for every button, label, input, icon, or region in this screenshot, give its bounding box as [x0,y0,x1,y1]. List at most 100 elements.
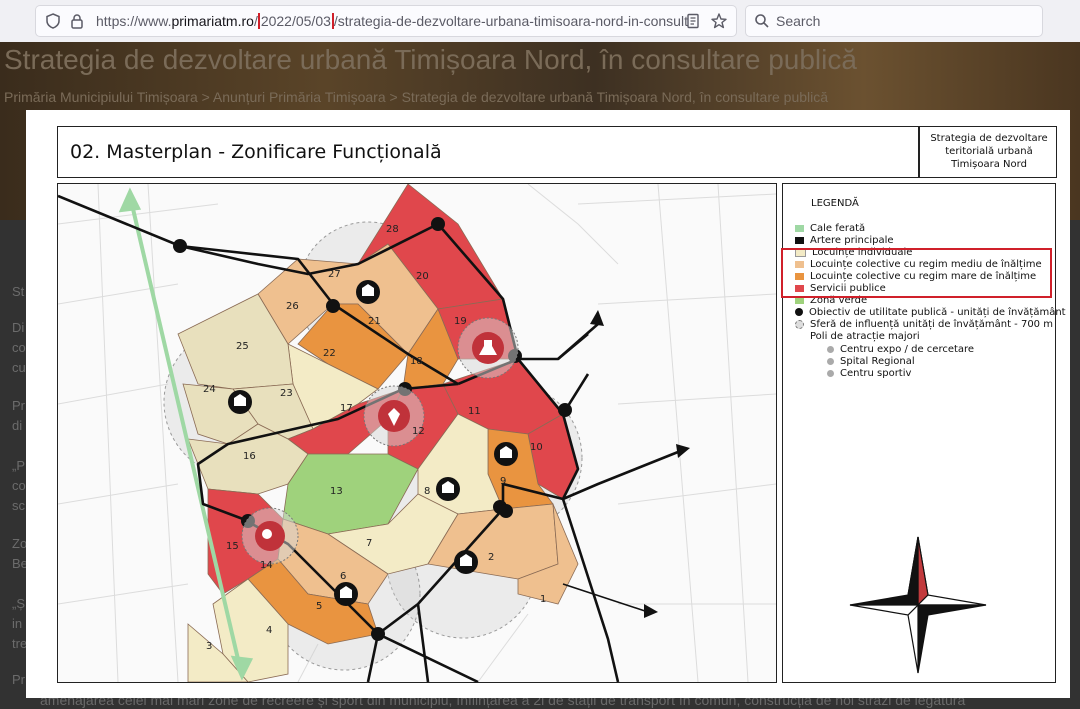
zone-label: 25 [236,341,249,352]
legend-item: Spital Regional [827,356,915,368]
url-text[interactable]: https://www.primariatm.ro/2022/05/03/str… [96,13,696,29]
zone-label: 26 [286,301,299,312]
article-text-fragment: co [12,478,26,493]
legend-highlight-box [781,248,1052,298]
arrow-icon [590,310,604,326]
artery-ne-branches [557,323,599,415]
zone-label: 18 [410,356,423,367]
legend-panel: LEGENDĂ Cale ferată Artere principale Lo… [781,183,1066,683]
lock-icon[interactable] [68,12,86,30]
road-node [499,504,513,518]
article-text-fragment: cu [12,360,26,375]
breadcrumb[interactable]: Primăria Municipiului Timișoara > Anunțu… [4,89,828,105]
zone-label: 6 [340,571,346,582]
article-text-fragment: St [12,284,25,299]
legend-item: Centru expo / de cercetare [827,344,974,356]
zone-label: 9 [500,476,506,487]
search-icon [755,14,769,28]
artery-southeast [561,498,620,682]
legend-swatch [795,224,804,232]
zone-label: 3 [206,641,212,652]
zone-label: 19 [454,316,467,327]
reader-view-icon[interactable] [684,12,702,30]
zone-label: 4 [266,625,272,636]
url-date-highlight: 2022/05/03 [257,13,334,29]
legend-item: Obiectiv de utilitate publică - unități … [795,307,1066,319]
road-node [431,217,445,231]
compass-rose-icon [849,536,987,674]
artery-east-south [562,583,649,613]
road-node [173,239,187,253]
search-box[interactable]: Search [746,6,1042,36]
zone-label: 12 [412,426,425,437]
zone-label: 27 [328,269,341,280]
legend-item: Poli de atracție majori [810,331,920,342]
railway-arrow-top [118,187,142,213]
article-text-fragment: di [12,418,23,433]
zone-label: 5 [316,601,322,612]
article-text-fragment: in [12,616,23,631]
plan-title: 02. Masterplan - Zonificare Funcțională [70,141,442,163]
legend-item: Centru sportiv [827,368,911,380]
research-center-icon [827,345,834,353]
article-text-fragment: Pr [12,398,25,413]
zone-label: 13 [330,486,343,497]
zone-label: 17 [340,403,353,414]
plan-subtitle-line: Strategia de dezvoltare [930,133,1048,144]
bookmark-star-icon[interactable] [710,12,728,30]
article-text-fragment: Di [12,320,25,335]
zone-label: 21 [368,316,381,327]
url-domain: primariatm.ro [171,13,254,29]
zone-label: 24 [203,384,216,395]
zone-label: 22 [323,348,336,359]
road-node [371,627,385,641]
title-divider [918,127,920,177]
zone-label: 8 [424,486,430,497]
address-bar[interactable]: https://www.primariatm.ro/2022/05/03/str… [36,6,736,36]
road-node [326,299,340,313]
article-text-fragment: co [12,340,26,355]
plan-subtitle: Strategia de dezvoltare teritorială urba… [922,132,1056,171]
zone-label: 14 [260,560,273,571]
shield-icon[interactable] [44,12,62,30]
zone-label: 15 [226,541,239,552]
legend-title: LEGENDĂ [811,198,859,209]
exit-arrows [590,310,690,618]
zone-label: 28 [386,224,399,235]
zone-label: 2 [488,552,494,563]
article-text-fragment: „Ș [12,596,25,611]
article-text-fragment: Pr [12,672,25,687]
sports-center-icon [827,369,834,377]
zone-label: 11 [468,406,481,417]
legend-item: Artere principale [795,235,894,247]
masterplan-map: 1 2 3 4 5 6 7 8 9 10 11 12 13 14 15 16 1… [57,183,777,683]
url-path: /strategia-de-dezvoltare-urbana-timisoar… [333,13,688,29]
influence-sphere-icon [795,319,804,329]
zone-label: 7 [366,538,372,549]
legend-item: Sferă de influență unități de învățământ… [795,319,1053,331]
legend-item: Cale ferată [795,223,865,235]
legend-swatch [795,236,804,244]
plan-title-box: 02. Masterplan - Zonificare Funcțională … [57,126,1057,178]
zone-label: 16 [243,451,256,462]
search-placeholder: Search [776,13,821,29]
url-prefix: https://www. [96,13,172,29]
school-icon [795,308,803,316]
zone-label: 23 [280,388,293,399]
page-title: Strategia de dezvoltare urbană Timișoara… [4,44,857,75]
zone-label: 1 [540,594,546,605]
zone-label: 10 [530,442,543,453]
road-node [558,403,572,417]
browser-toolbar: https://www.primariatm.ro/2022/05/03/str… [0,0,1080,42]
article-text-fragment: tre [12,636,28,651]
image-lightbox[interactable]: 02. Masterplan - Zonificare Funcțională … [26,110,1070,698]
article-text-fragment: sc [12,498,25,513]
zone-label: 20 [416,271,429,282]
article-text-fragment: Zo [12,536,28,551]
arrow-icon [676,444,690,458]
plan-subtitle-line: teritorială urbană [945,146,1033,157]
map-canvas: 1 2 3 4 5 6 7 8 9 10 11 12 13 14 15 16 1… [58,184,776,682]
plan-subtitle-line: Timișoara Nord [951,159,1027,170]
article-text-fragment: „P [12,458,25,473]
hospital-icon [827,357,834,365]
